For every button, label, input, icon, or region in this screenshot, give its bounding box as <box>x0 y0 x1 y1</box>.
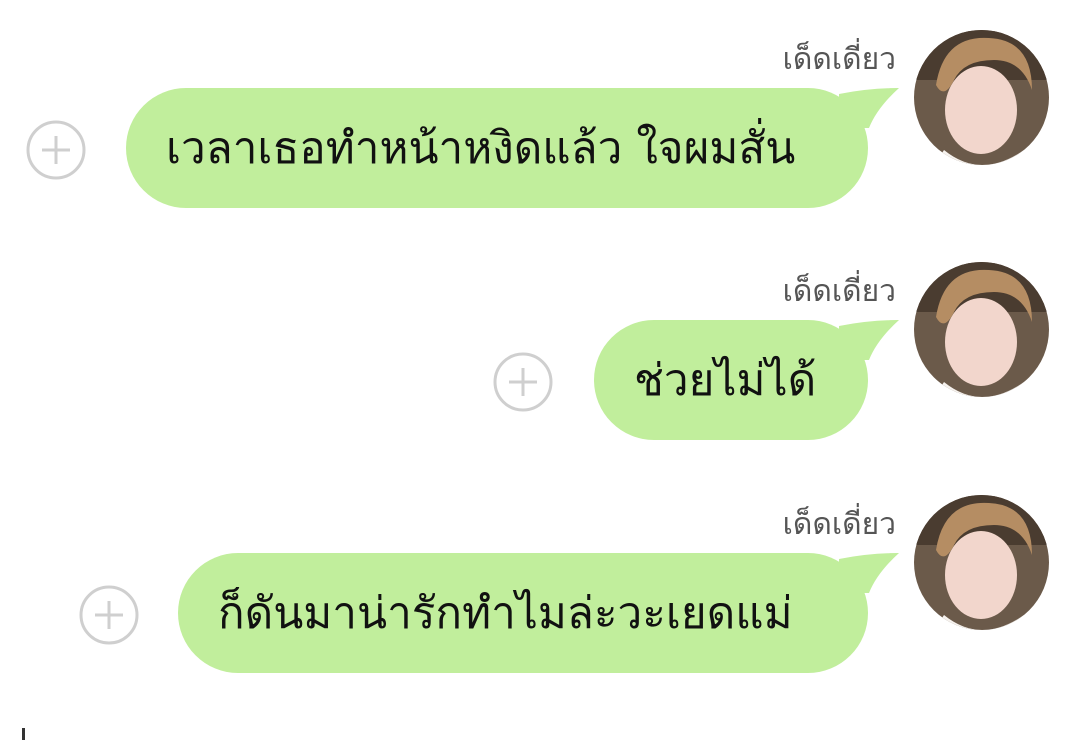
sender-name: เด็ดเดี่ยว <box>782 274 896 309</box>
partial-text-mark <box>22 728 25 740</box>
add-reaction-button[interactable] <box>79 585 139 645</box>
message-text: ช่วยไม่ได้ <box>634 355 817 406</box>
avatar[interactable] <box>914 30 1049 165</box>
message-text: เวลาเธอทำหน้าหงิดแล้ว ใจผมสั่น <box>166 123 796 174</box>
add-reaction-button[interactable] <box>493 352 553 412</box>
message-bubble[interactable]: ช่วยไม่ได้ <box>594 320 868 440</box>
message-row: เด็ดเดี่ยว ช่วยไม่ได้ <box>0 262 1071 462</box>
plus-circle-icon <box>79 585 139 645</box>
message-row: เด็ดเดี่ยว ก็ดันมาน่ารักทำไมล่ะวะเยดแม่ <box>0 495 1071 695</box>
message-bubble[interactable]: เวลาเธอทำหน้าหงิดแล้ว ใจผมสั่น <box>126 88 868 208</box>
plus-circle-icon <box>493 352 553 412</box>
add-reaction-button[interactable] <box>26 120 86 180</box>
avatar[interactable] <box>914 495 1049 630</box>
sender-name: เด็ดเดี่ยว <box>782 507 896 542</box>
avatar[interactable] <box>914 262 1049 397</box>
message-bubble[interactable]: ก็ดันมาน่ารักทำไมล่ะวะเยดแม่ <box>178 553 868 673</box>
sender-name: เด็ดเดี่ยว <box>782 42 896 77</box>
plus-circle-icon <box>26 120 86 180</box>
message-row: เด็ดเดี่ยว เวลาเธอทำหน้าหงิดแล้ว ใจผมสั่… <box>0 30 1071 230</box>
message-text: ก็ดันมาน่ารักทำไมล่ะวะเยดแม่ <box>218 588 793 639</box>
